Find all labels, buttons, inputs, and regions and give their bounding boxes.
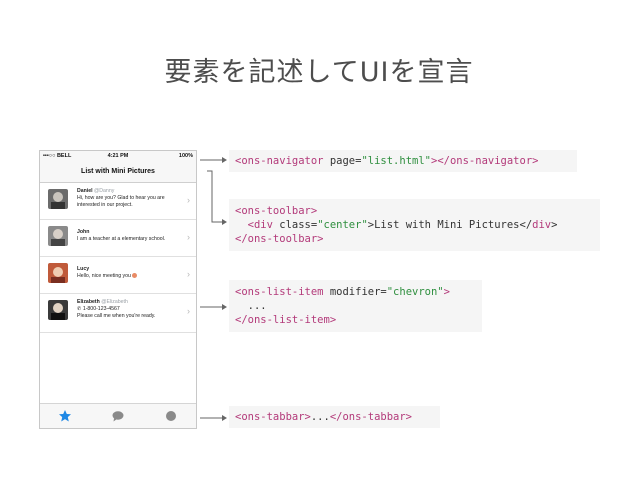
code-navigator: <ons-navigator page="list.html"></ons-na… <box>229 150 577 172</box>
code-tabbar: <ons-tabbar>...</ons-tabbar> <box>229 406 440 428</box>
code-token: <ons-tabbar> <box>235 411 311 423</box>
code-token: modifier= <box>323 286 387 298</box>
code-token: "list.html" <box>361 155 431 167</box>
code-token: <div <box>235 219 273 231</box>
code-token: </ons-list-item> <box>235 314 337 326</box>
code-token: >List with Mini Pictures</ <box>367 219 533 231</box>
code-token: <ons-navigator <box>235 155 324 167</box>
code-toolbar: <ons-toolbar> <div class="center">List w… <box>229 199 600 251</box>
code-token: page= <box>323 155 362 167</box>
code-token: </ons-toolbar> <box>235 233 324 245</box>
code-token: <ons-toolbar> <box>235 205 318 217</box>
code-token: "chevron" <box>386 286 444 298</box>
code-token: div <box>532 219 552 231</box>
code-token: > <box>443 286 450 298</box>
code-token: > <box>551 219 558 231</box>
code-token: <ons-list-item <box>235 286 324 298</box>
code-token: class= <box>272 219 318 231</box>
code-token: </ons-tabbar> <box>329 411 413 423</box>
code-token: ... <box>235 300 267 312</box>
code-token: "center" <box>317 219 368 231</box>
code-token: ... <box>310 411 330 423</box>
code-list-item: <ons-list-item modifier="chevron"> ... </… <box>229 280 482 332</box>
code-token: ></ons-navigator> <box>431 155 539 167</box>
